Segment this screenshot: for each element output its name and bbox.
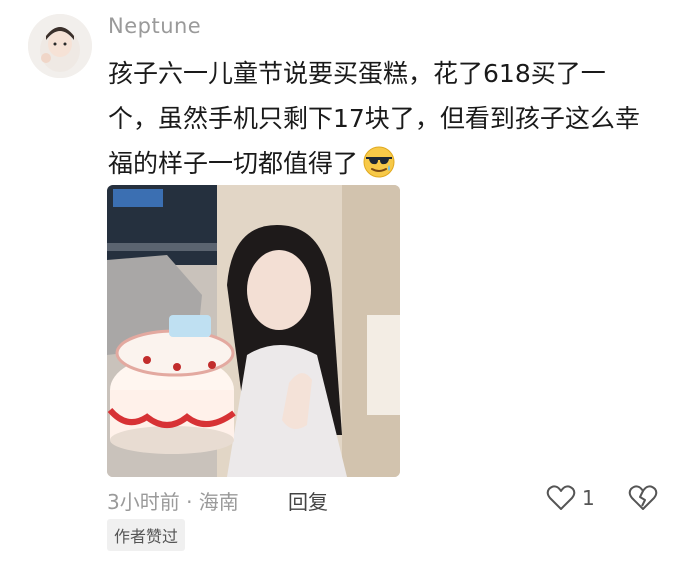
comment-line: 个，虽然手机只剩下17块了，但看到孩子这么幸: [108, 104, 640, 133]
cool-sunglasses-emoji: [362, 145, 396, 179]
like-button[interactable]: 1: [546, 484, 595, 512]
comment-line: 福的样子一切都值得了: [108, 149, 359, 178]
reply-button[interactable]: 回复: [288, 486, 328, 515]
photo-image: [107, 185, 400, 477]
avatar-image: [28, 14, 92, 78]
broken-heart-icon: [628, 485, 658, 510]
heart-outline-icon: [546, 485, 576, 510]
avatar[interactable]: [28, 14, 92, 78]
like-count: 1: [582, 486, 595, 510]
comment-text: 孩子六一儿童节说要买蛋糕，花了618买了一 个，虽然手机只剩下17块了，但看到孩…: [108, 51, 668, 186]
dislike-button[interactable]: [628, 484, 658, 512]
comment-line: 孩子六一儿童节说要买蛋糕，花了618买了一: [108, 59, 606, 88]
username[interactable]: Neptune: [108, 14, 201, 38]
author-liked-badge: 作者赞过: [107, 519, 186, 551]
comment-meta: 3小时前 · 海南: [107, 490, 239, 514]
comment-line-last: 福的样子一切都值得了: [108, 141, 668, 186]
comment-photo[interactable]: [107, 185, 400, 477]
